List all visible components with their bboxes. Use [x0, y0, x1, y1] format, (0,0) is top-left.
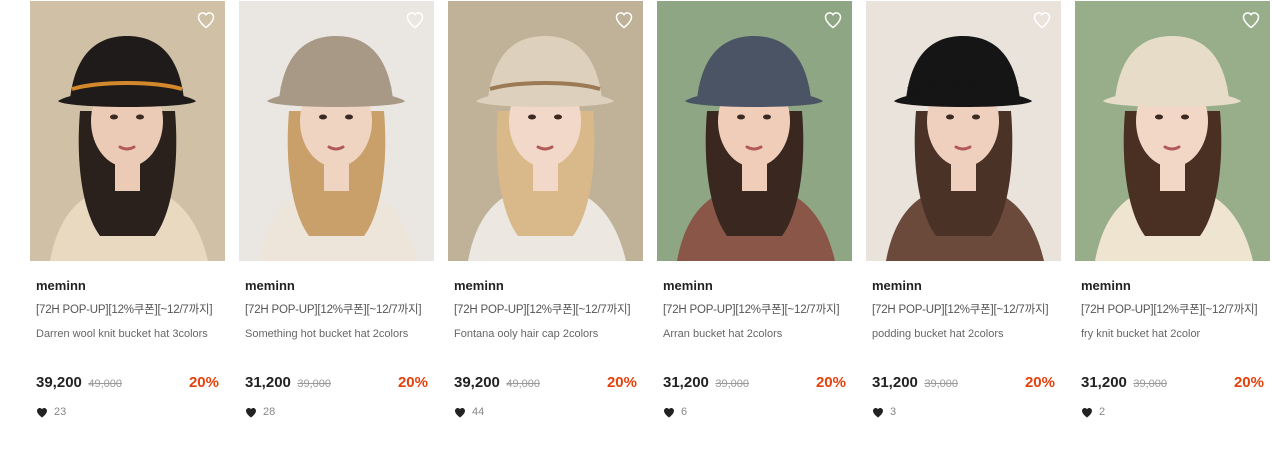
discount-rate: 20% — [1024, 374, 1055, 391]
discount-rate: 20% — [815, 374, 846, 391]
product-info: meminn [72H POP-UP][12%쿠폰][~12/7까지] fry … — [1075, 278, 1270, 418]
brand-name[interactable]: meminn — [454, 278, 637, 294]
heart-outline-icon[interactable] — [823, 10, 843, 30]
original-price: 39,000 — [297, 378, 331, 390]
product-name[interactable]: Something hot bucket hat 2colors — [245, 326, 428, 360]
price-row: 31,200 39,000 20% — [872, 374, 1055, 394]
product-image[interactable] — [657, 1, 852, 261]
like-count: 6 — [663, 406, 846, 418]
like-count: 3 — [872, 406, 1055, 418]
product-info: meminn [72H POP-UP][12%쿠폰][~12/7까지] Some… — [239, 278, 434, 418]
promo-text: [72H POP-UP][12%쿠폰][~12/7까지] — [1081, 304, 1258, 316]
product-image[interactable] — [30, 1, 225, 261]
product-card[interactable]: meminn [72H POP-UP][12%쿠폰][~12/7까지] Some… — [239, 1, 434, 441]
product-card[interactable]: meminn [72H POP-UP][12%쿠폰][~12/7까지] Arra… — [657, 1, 852, 441]
product-info: meminn [72H POP-UP][12%쿠폰][~12/7까지] Arra… — [657, 278, 852, 418]
product-name[interactable]: fry knit bucket hat 2color — [1081, 326, 1264, 360]
like-count-value: 23 — [54, 406, 67, 418]
discount-rate: 20% — [397, 374, 428, 391]
product-info: meminn [72H POP-UP][12%쿠폰][~12/7까지] Font… — [448, 278, 643, 418]
product-photo — [30, 1, 225, 261]
product-photo — [448, 1, 643, 261]
discount-rate: 20% — [606, 374, 637, 391]
heart-filled-icon[interactable] — [663, 407, 675, 418]
product-card[interactable]: meminn [72H POP-UP][12%쿠폰][~12/7까지] fry … — [1075, 1, 1270, 441]
like-count: 44 — [454, 406, 637, 418]
product-photo — [866, 1, 1061, 261]
product-photo — [1075, 1, 1270, 261]
product-photo — [239, 1, 434, 261]
brand-name[interactable]: meminn — [872, 278, 1055, 294]
promo-text: [72H POP-UP][12%쿠폰][~12/7까지] — [36, 304, 213, 316]
product-photo — [657, 1, 852, 261]
heart-outline-icon[interactable] — [196, 10, 216, 30]
product-name[interactable]: Fontana ooly hair cap 2colors — [454, 326, 637, 360]
product-image[interactable] — [866, 1, 1061, 261]
brand-name[interactable]: meminn — [663, 278, 846, 294]
heart-outline-icon[interactable] — [405, 10, 425, 30]
heart-outline-icon[interactable] — [614, 10, 634, 30]
original-price: 39,000 — [924, 378, 958, 390]
heart-outline-icon[interactable] — [1241, 10, 1261, 30]
like-count: 23 — [36, 406, 219, 418]
discount-rate: 20% — [188, 374, 219, 391]
product-card[interactable]: meminn [72H POP-UP][12%쿠폰][~12/7까지] Darr… — [30, 1, 225, 441]
brand-name[interactable]: meminn — [1081, 278, 1264, 294]
sale-price: 31,200 — [245, 374, 291, 391]
heart-filled-icon[interactable] — [1081, 407, 1093, 418]
like-count-value: 44 — [472, 406, 485, 418]
discount-rate: 20% — [1233, 374, 1264, 391]
like-count-value: 2 — [1099, 406, 1106, 418]
like-count: 28 — [245, 406, 428, 418]
original-price: 49,000 — [88, 378, 122, 390]
sale-price: 31,200 — [1081, 374, 1127, 391]
like-count-value: 6 — [681, 406, 688, 418]
sale-price: 39,200 — [36, 374, 82, 391]
heart-filled-icon[interactable] — [454, 407, 466, 418]
price-row: 31,200 39,000 20% — [1081, 374, 1264, 394]
brand-name[interactable]: meminn — [245, 278, 428, 294]
price-row: 39,200 49,000 20% — [36, 374, 219, 394]
brand-name[interactable]: meminn — [36, 278, 219, 294]
like-count-value: 3 — [890, 406, 897, 418]
like-count-value: 28 — [263, 406, 276, 418]
heart-outline-icon[interactable] — [1032, 10, 1052, 30]
like-count: 2 — [1081, 406, 1264, 418]
heart-filled-icon[interactable] — [245, 407, 257, 418]
price-row: 39,200 49,000 20% — [454, 374, 637, 394]
product-name[interactable]: Arran bucket hat 2colors — [663, 326, 846, 360]
product-grid: meminn [72H POP-UP][12%쿠폰][~12/7까지] Darr… — [0, 0, 1284, 451]
sale-price: 39,200 — [454, 374, 500, 391]
product-card[interactable]: meminn [72H POP-UP][12%쿠폰][~12/7까지] podd… — [866, 1, 1061, 441]
promo-text: [72H POP-UP][12%쿠폰][~12/7까지] — [245, 304, 422, 316]
heart-filled-icon[interactable] — [872, 407, 884, 418]
price-row: 31,200 39,000 20% — [245, 374, 428, 394]
product-image[interactable] — [448, 1, 643, 261]
sale-price: 31,200 — [663, 374, 709, 391]
product-image[interactable] — [1075, 1, 1270, 261]
sale-price: 31,200 — [872, 374, 918, 391]
product-name[interactable]: Darren wool knit bucket hat 3colors — [36, 326, 219, 360]
original-price: 39,000 — [715, 378, 749, 390]
product-info: meminn [72H POP-UP][12%쿠폰][~12/7까지] podd… — [866, 278, 1061, 418]
product-info: meminn [72H POP-UP][12%쿠폰][~12/7까지] Darr… — [30, 278, 225, 418]
promo-text: [72H POP-UP][12%쿠폰][~12/7까지] — [872, 304, 1049, 316]
promo-text: [72H POP-UP][12%쿠폰][~12/7까지] — [454, 304, 631, 316]
product-name[interactable]: podding bucket hat 2colors — [872, 326, 1055, 360]
product-image[interactable] — [239, 1, 434, 261]
original-price: 39,000 — [1133, 378, 1167, 390]
original-price: 49,000 — [506, 378, 540, 390]
product-card[interactable]: meminn [72H POP-UP][12%쿠폰][~12/7까지] Font… — [448, 1, 643, 441]
heart-filled-icon[interactable] — [36, 407, 48, 418]
price-row: 31,200 39,000 20% — [663, 374, 846, 394]
promo-text: [72H POP-UP][12%쿠폰][~12/7까지] — [663, 304, 840, 316]
